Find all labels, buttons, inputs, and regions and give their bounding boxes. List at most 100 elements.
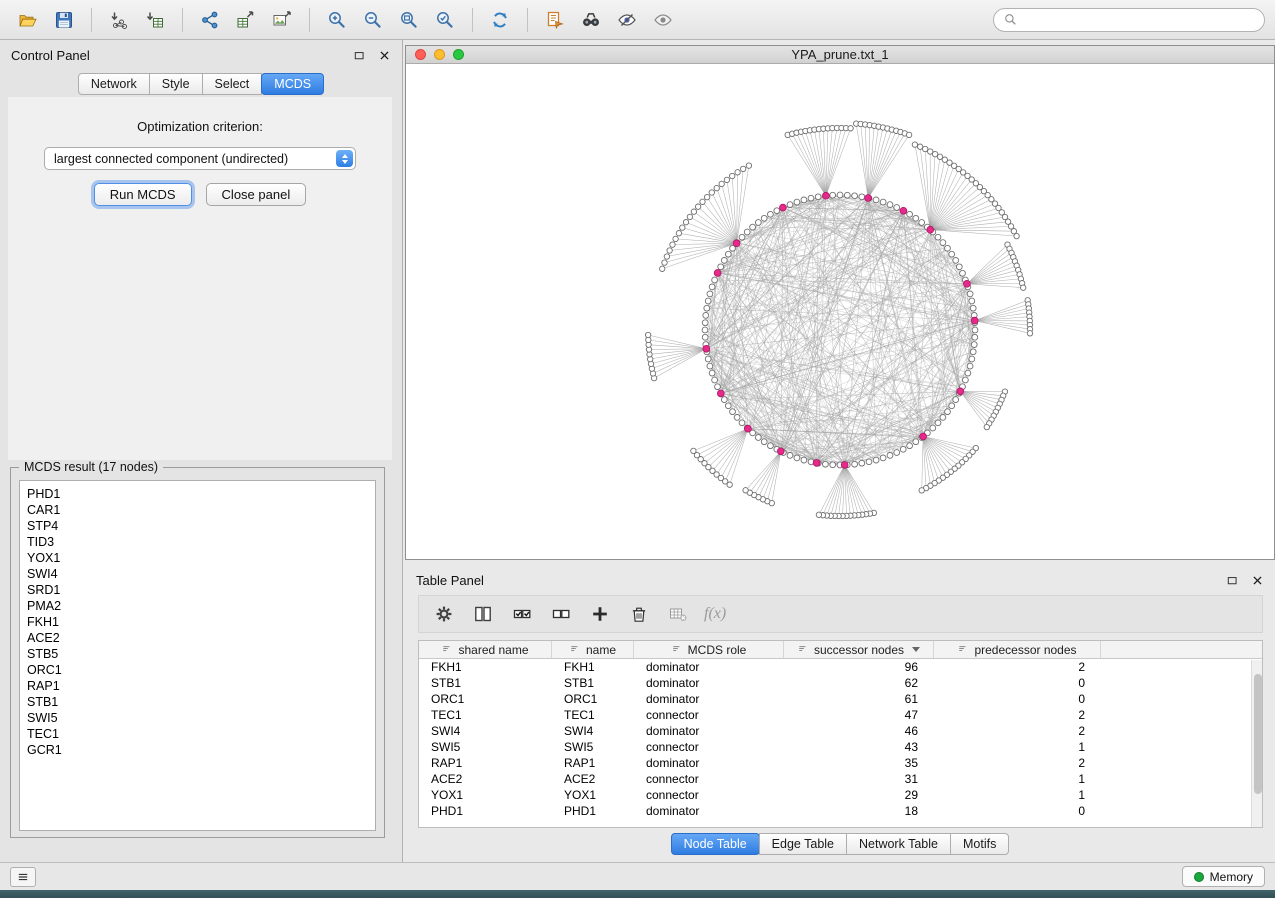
mcds-result-item[interactable]: ORC1 — [27, 662, 375, 678]
table-cell: dominator — [634, 724, 784, 738]
mcds-result-item[interactable]: SWI4 — [27, 566, 375, 582]
search-input[interactable] — [1023, 13, 1255, 27]
search-box[interactable] — [993, 8, 1265, 32]
export-network-button[interactable] — [192, 4, 228, 36]
criterion-select[interactable]: largest connected component (undirected) — [44, 147, 356, 170]
table-toolbar-icons — [432, 602, 690, 626]
mcds-result-item[interactable]: CAR1 — [27, 502, 375, 518]
tab-node-table[interactable]: Node Table — [671, 833, 760, 855]
toolbar-buttons — [10, 4, 681, 36]
status-menu-button[interactable] — [10, 867, 36, 887]
show-eye-button[interactable] — [645, 4, 681, 36]
zoom-fit-button[interactable] — [391, 4, 427, 36]
trash-icon[interactable] — [627, 602, 651, 626]
table-cell: 31 — [784, 772, 934, 786]
table-cell: 62 — [784, 676, 934, 690]
column-header-MCDS-role[interactable]: MCDS role — [634, 641, 784, 658]
select-all-icon[interactable] — [510, 602, 534, 626]
table-row[interactable]: RAP1RAP1dominator352 — [419, 755, 1262, 771]
table-row[interactable]: ORC1ORC1dominator610 — [419, 691, 1262, 707]
scrollbar-thumb[interactable] — [1254, 674, 1262, 794]
memory-button[interactable]: Memory — [1182, 866, 1265, 887]
mcds-result-item[interactable]: PHD1 — [27, 486, 375, 502]
show-eye-icon — [653, 10, 673, 30]
mcds-result-item[interactable]: STB5 — [27, 646, 375, 662]
table-row[interactable]: SWI5SWI5connector431 — [419, 739, 1262, 755]
table-row[interactable]: SWI4SWI4dominator462 — [419, 723, 1262, 739]
network-title: YPA_prune.txt_1 — [406, 47, 1274, 62]
table-row[interactable]: FKH1FKH1dominator962 — [419, 659, 1262, 675]
import-network-button[interactable] — [101, 4, 137, 36]
close-panel-icon[interactable] — [378, 49, 391, 62]
table-row[interactable]: ACE2ACE2connector311 — [419, 771, 1262, 787]
toolbar-separator — [472, 8, 473, 32]
column-header-name[interactable]: name — [552, 641, 634, 658]
float-panel-icon[interactable] — [353, 49, 366, 62]
export-image-button[interactable] — [264, 4, 300, 36]
column-header-successor-nodes[interactable]: successor nodes — [784, 641, 934, 658]
refresh-button[interactable] — [482, 4, 518, 36]
save-session-button[interactable] — [46, 4, 82, 36]
memory-label: Memory — [1210, 870, 1253, 884]
tab-network[interactable]: Network — [78, 73, 150, 95]
mcds-result-item[interactable]: RAP1 — [27, 678, 375, 694]
mcds-result-item[interactable]: TEC1 — [27, 726, 375, 742]
mcds-result-item[interactable]: SWI5 — [27, 710, 375, 726]
import-table-button[interactable] — [137, 4, 173, 36]
minimize-window-icon[interactable] — [434, 49, 445, 60]
table-row[interactable]: YOX1YOX1connector291 — [419, 787, 1262, 803]
deselect-all-icon[interactable] — [549, 602, 573, 626]
table-cell: TEC1 — [419, 708, 552, 722]
mcds-result-list[interactable]: PHD1CAR1STP4TID3YOX1SWI4SRD1PMA2FKH1ACE2… — [19, 480, 376, 831]
mcds-result-item[interactable]: YOX1 — [27, 550, 375, 566]
table-scrollbar[interactable] — [1251, 660, 1262, 827]
table-cell: dominator — [634, 756, 784, 770]
table-row[interactable]: TEC1TEC1connector472 — [419, 707, 1262, 723]
mcds-result-item[interactable]: ACE2 — [27, 630, 375, 646]
close-table-panel-icon[interactable] — [1251, 574, 1264, 587]
column-header-predecessor-nodes[interactable]: predecessor nodes — [934, 641, 1101, 658]
tab-network-table[interactable]: Network Table — [846, 833, 951, 855]
hide-eye-button[interactable] — [609, 4, 645, 36]
tab-edge-table[interactable]: Edge Table — [759, 833, 847, 855]
find-binoculars-button[interactable] — [573, 4, 609, 36]
columns-icon[interactable] — [471, 602, 495, 626]
open-session-button[interactable] — [10, 4, 46, 36]
zoom-out-button[interactable] — [355, 4, 391, 36]
gear-icon[interactable] — [432, 602, 456, 626]
export-table-button[interactable] — [228, 4, 264, 36]
close-panel-button[interactable]: Close panel — [206, 183, 307, 206]
export-image-icon — [272, 10, 292, 30]
column-header-shared-name[interactable]: shared name — [419, 641, 552, 658]
table-x-icon[interactable] — [666, 602, 690, 626]
function-builder-button[interactable]: f(x) — [704, 605, 726, 623]
copy-share-button[interactable] — [537, 4, 573, 36]
close-window-icon[interactable] — [415, 49, 426, 60]
gear-icon — [434, 604, 454, 624]
column-label: MCDS role — [688, 643, 747, 657]
mcds-result-item[interactable]: STP4 — [27, 518, 375, 534]
mcds-result-item[interactable]: PMA2 — [27, 598, 375, 614]
mcds-result-item[interactable]: STB1 — [27, 694, 375, 710]
tab-style[interactable]: Style — [149, 73, 203, 95]
column-label: name — [586, 643, 616, 657]
network-titlebar[interactable]: YPA_prune.txt_1 — [406, 46, 1274, 64]
mcds-result-item[interactable]: GCR1 — [27, 742, 375, 758]
tab-select[interactable]: Select — [202, 73, 263, 95]
tab-motifs[interactable]: Motifs — [950, 833, 1009, 855]
table-cell: 96 — [784, 660, 934, 674]
network-canvas[interactable] — [406, 64, 1274, 559]
maximize-window-icon[interactable] — [453, 49, 464, 60]
zoom-in-button[interactable] — [319, 4, 355, 36]
float-table-panel-icon[interactable] — [1226, 574, 1239, 587]
tab-mcds[interactable]: MCDS — [261, 73, 324, 95]
table-row[interactable]: PHD1PHD1dominator180 — [419, 803, 1262, 819]
mcds-result-item[interactable]: FKH1 — [27, 614, 375, 630]
mcds-result-item[interactable]: SRD1 — [27, 582, 375, 598]
mcds-result-item[interactable]: TID3 — [27, 534, 375, 550]
add-icon[interactable] — [588, 602, 612, 626]
table-row[interactable]: STB1STB1dominator620 — [419, 675, 1262, 691]
run-mcds-button[interactable]: Run MCDS — [94, 183, 192, 206]
zoom-selected-button[interactable] — [427, 4, 463, 36]
table-cell: SWI5 — [419, 740, 552, 754]
